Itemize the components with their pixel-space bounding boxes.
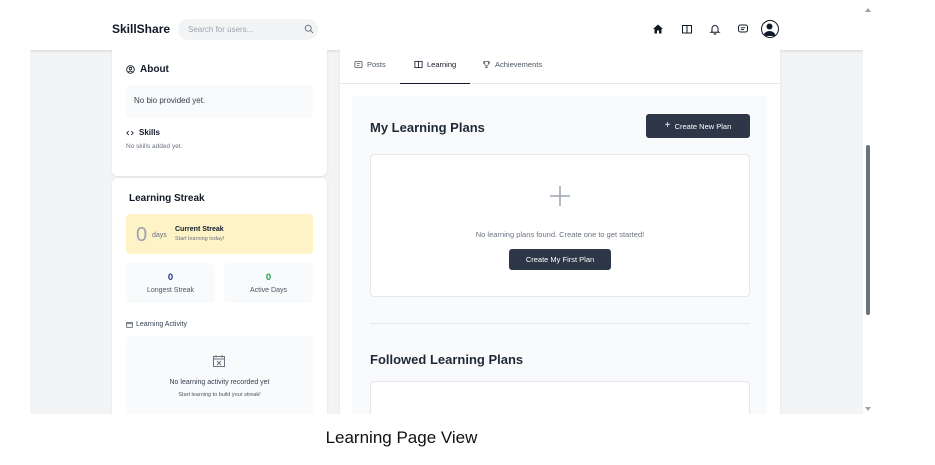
empty-plans-card: No learning plans found. Create one to g… (370, 154, 750, 297)
days-label: days (152, 232, 167, 239)
tab-achievements[interactable]: Achievements (482, 58, 542, 84)
brand-logo[interactable]: SkillShare (112, 22, 170, 36)
calendar-icon (126, 322, 133, 328)
app-window: SkillShare About No bio provided yet. Sk… (30, 8, 863, 414)
tab-learning-label: Learning (427, 60, 457, 69)
browser-viewport: SkillShare About No bio provided yet. Sk… (0, 0, 935, 414)
post-icon (354, 60, 363, 69)
about-card: About No bio provided yet. Skills No ski… (112, 50, 327, 176)
home-icon[interactable] (652, 23, 664, 35)
scrollbar-thumb[interactable] (866, 145, 870, 315)
tab-learning[interactable]: Learning (400, 58, 470, 84)
current-streak-box: 0 days Current Streak Start learning tod… (126, 214, 313, 254)
section-divider (370, 323, 750, 324)
activity-heading: Learning Activity (126, 321, 187, 328)
current-streak-title: Current Streak (175, 226, 224, 233)
tab-posts[interactable]: Posts (354, 58, 386, 84)
avatar[interactable] (761, 20, 779, 38)
search-input[interactable] (178, 19, 318, 40)
bio-text: No bio provided yet. (126, 85, 313, 118)
figure-caption: Learning Page View (325, 428, 478, 447)
my-learning-plans-title: My Learning Plans (370, 120, 485, 135)
learning-streak-card: Learning Streak 0 days Current Streak St… (112, 178, 327, 414)
create-new-plan-button[interactable]: + Create New Plan (646, 114, 750, 138)
trophy-icon (482, 60, 491, 69)
plus-icon: + (664, 120, 671, 131)
scroll-up-arrow-icon[interactable] (865, 8, 871, 12)
active-days-box: 0 Active Days (224, 263, 313, 303)
tab-achievements-label: Achievements (495, 60, 543, 69)
empty-plans-text: No learning plans found. Create one to g… (475, 230, 645, 239)
longest-streak-box: 0 Longest Streak (126, 263, 215, 303)
activity-empty-subtext: Start learning to build your streak! (178, 392, 261, 398)
bell-icon[interactable] (709, 23, 721, 35)
longest-streak-label: Longest Streak (146, 287, 195, 294)
plus-icon (550, 186, 570, 206)
search-icon[interactable] (304, 24, 314, 34)
skills-text: No skills added yet. (126, 143, 183, 150)
learning-panel: My Learning Plans + Create New Plan No l… (352, 96, 767, 414)
activity-empty-box: No learning activity recorded yet Start … (126, 336, 313, 414)
user-circle-icon (126, 65, 135, 74)
followed-plans-title: Followed Learning Plans (370, 352, 524, 367)
skills-heading: Skills (126, 128, 160, 137)
streak-title: Learning Streak (129, 193, 205, 204)
about-title: About (140, 64, 169, 75)
tab-posts-label: Posts (367, 60, 386, 69)
activity-title: Learning Activity (136, 321, 187, 328)
scroll-down-arrow-icon[interactable] (865, 407, 871, 411)
calendar-x-icon (213, 355, 225, 367)
followed-plans-card (370, 381, 750, 414)
about-heading: About (126, 64, 169, 75)
profile-tabs: Posts Learning Achievements (340, 50, 780, 84)
skills-title: Skills (139, 128, 160, 137)
current-streak-subtitle: Start learning today! (175, 236, 225, 242)
active-days-value: 0 (265, 272, 272, 283)
create-first-plan-button[interactable]: Create My First Plan (509, 249, 611, 270)
book-icon (414, 60, 423, 69)
code-icon (126, 130, 134, 135)
message-icon[interactable] (737, 23, 749, 35)
user-avatar-icon (763, 23, 776, 36)
current-streak-value: 0 (136, 224, 148, 246)
longest-streak-value: 0 (167, 272, 174, 283)
create-new-plan-label: Create New Plan (674, 121, 732, 131)
book-icon[interactable] (681, 23, 693, 35)
top-navbar: SkillShare (30, 8, 863, 50)
main-content-card: Posts Learning Achievements My Learning … (340, 50, 780, 414)
activity-empty-text: No learning activity recorded yet (169, 379, 270, 386)
active-days-label: Active Days (250, 287, 287, 294)
